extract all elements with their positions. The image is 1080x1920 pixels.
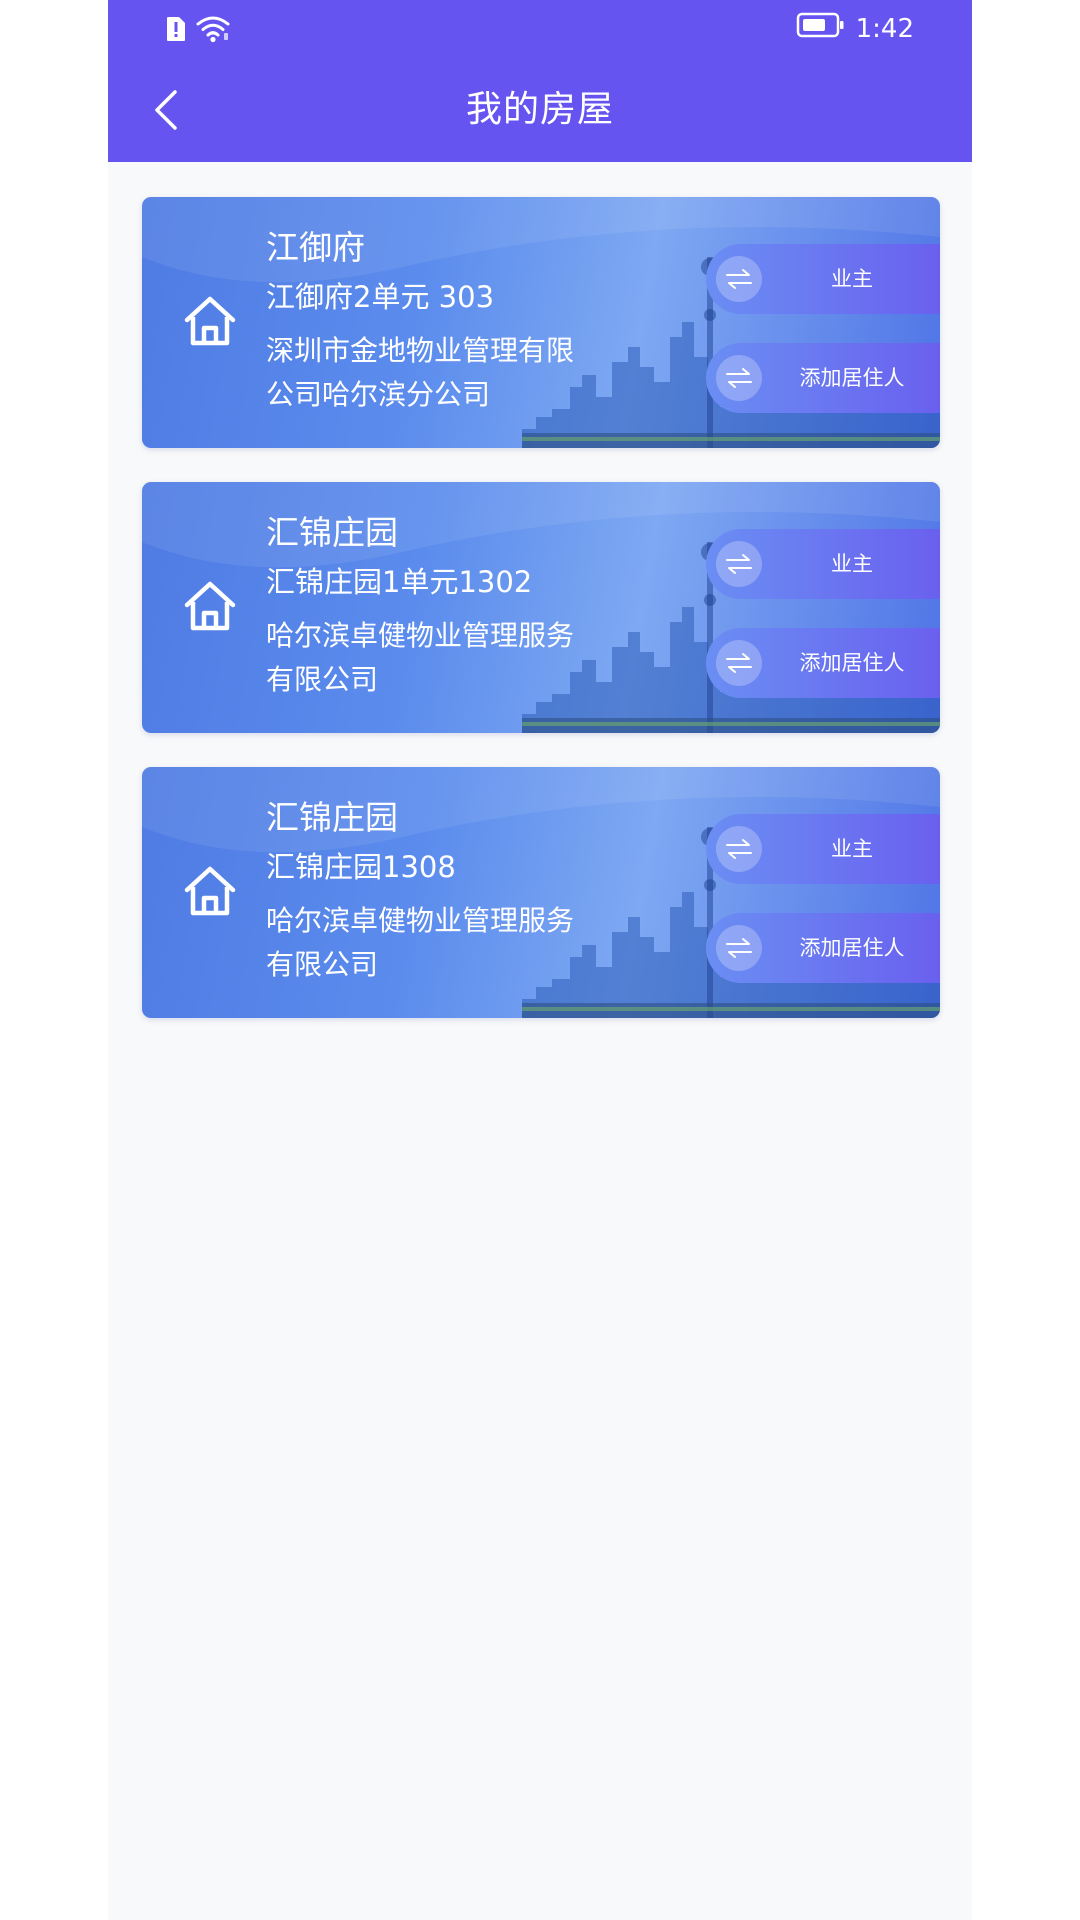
house-info: 江御府 江御府2单元 303 深圳市金地物业管理有限 公司哈尔滨分公司: [266, 227, 626, 417]
house-icon: [184, 581, 236, 631]
switch-arrows-icon: [716, 355, 762, 401]
unit-address: 汇锦庄园1308: [266, 850, 456, 884]
property-company-line: 有限公司: [266, 948, 379, 981]
add-resident-label: 添加居住人: [799, 651, 905, 675]
owner-role-label: 业主: [831, 837, 873, 861]
house-info: 汇锦庄园 汇锦庄园1308 哈尔滨卓健物业管理服务 有限公司: [266, 797, 626, 987]
house-card[interactable]: 汇锦庄园 汇锦庄园1308 哈尔滨卓健物业管理服务 有限公司 业主 添加居住人: [142, 767, 940, 1018]
house-info: 汇锦庄园 汇锦庄园1单元1302 哈尔滨卓健物业管理服务 有限公司: [266, 512, 626, 702]
property-company-line: 哈尔滨卓健物业管理服务: [266, 619, 575, 652]
status-right: 1:42: [796, 12, 914, 45]
community-name: 江御府: [266, 228, 365, 267]
property-company: 哈尔滨卓健物业管理服务 有限公司: [266, 614, 626, 702]
add-resident-label: 添加居住人: [799, 366, 905, 390]
owner-role-button[interactable]: 业主: [706, 529, 940, 599]
owner-role-button[interactable]: 业主: [706, 244, 940, 314]
switch-arrows-icon: [716, 826, 762, 872]
status-bar: 1:42: [108, 0, 972, 58]
community-name: 汇锦庄园: [266, 798, 398, 837]
wifi-icon: [196, 15, 230, 47]
house-icon: [184, 296, 236, 346]
app-screen: 1:42 我的房屋 江御府 江御府2单元 303 深圳市金地物业管理有限 公司哈…: [108, 0, 972, 1920]
switch-arrows-icon: [716, 541, 762, 587]
nav-bar: 我的房屋: [108, 58, 972, 162]
unit-address: 江御府2单元 303: [266, 280, 495, 314]
property-company: 哈尔滨卓健物业管理服务 有限公司: [266, 899, 626, 987]
owner-role-label: 业主: [831, 267, 873, 291]
property-company-line: 哈尔滨卓健物业管理服务: [266, 904, 575, 937]
alert-icon: [166, 16, 186, 46]
house-card[interactable]: 汇锦庄园 汇锦庄园1单元1302 哈尔滨卓健物业管理服务 有限公司 业主 添加居…: [142, 482, 940, 733]
switch-arrows-icon: [716, 640, 762, 686]
house-card[interactable]: 江御府 江御府2单元 303 深圳市金地物业管理有限 公司哈尔滨分公司 业主 添…: [142, 197, 940, 448]
add-resident-button[interactable]: 添加居住人: [706, 343, 940, 413]
house-icon: [184, 866, 236, 916]
property-company-line: 深圳市金地物业管理有限: [266, 334, 575, 367]
add-resident-button[interactable]: 添加居住人: [706, 628, 940, 698]
property-company-line: 有限公司: [266, 663, 379, 696]
property-company-line: 公司哈尔滨分公司: [266, 378, 491, 411]
page-title: 我的房屋: [465, 89, 614, 130]
status-left-icons: [166, 15, 230, 47]
switch-arrows-icon: [716, 925, 762, 971]
owner-role-label: 业主: [831, 552, 873, 576]
unit-address: 汇锦庄园1单元1302: [266, 565, 533, 599]
add-resident-label: 添加居住人: [799, 936, 905, 960]
property-company: 深圳市金地物业管理有限 公司哈尔滨分公司: [266, 329, 626, 417]
switch-arrows-icon: [716, 256, 762, 302]
battery-icon: [796, 12, 846, 45]
status-time: 1:42: [855, 13, 914, 44]
add-resident-button[interactable]: 添加居住人: [706, 913, 940, 983]
house-list: 江御府 江御府2单元 303 深圳市金地物业管理有限 公司哈尔滨分公司 业主 添…: [142, 197, 940, 1052]
community-name: 汇锦庄园: [266, 513, 398, 552]
owner-role-button[interactable]: 业主: [706, 814, 940, 884]
